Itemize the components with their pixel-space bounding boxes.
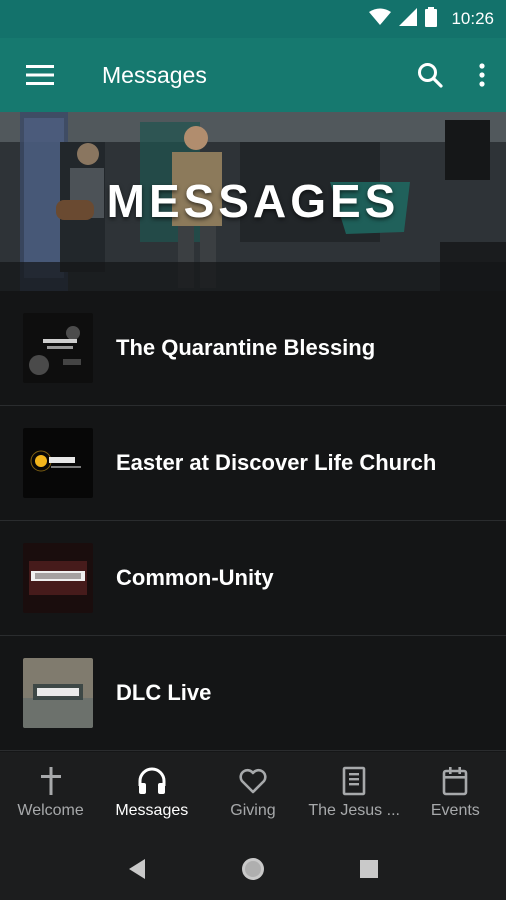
- heart-icon: [239, 768, 267, 794]
- search-button[interactable]: [402, 38, 458, 112]
- back-icon[interactable]: [127, 858, 147, 880]
- signal-icon: [399, 7, 418, 31]
- battery-icon: [425, 6, 438, 32]
- list-item[interactable]: The Quarantine Blessing: [0, 291, 506, 406]
- message-title: Common-Unity: [116, 565, 274, 590]
- home-icon[interactable]: [240, 856, 266, 882]
- message-thumbnail: [23, 543, 93, 613]
- nav-item-welcome[interactable]: Welcome: [0, 752, 101, 838]
- calendar-icon: [443, 767, 468, 796]
- messages-list: The Quarantine Blessing Easter at Discov…: [0, 291, 506, 751]
- nav-label: Events: [430, 802, 480, 819]
- nav-label: Messages: [115, 802, 189, 819]
- nav-item-messages[interactable]: Messages: [101, 752, 202, 838]
- more-vert-icon: [479, 63, 485, 87]
- list-item[interactable]: Common-Unity: [0, 521, 506, 636]
- page-title: Messages: [102, 61, 207, 88]
- headphones-icon: [138, 767, 166, 794]
- cross-icon: [40, 767, 61, 795]
- app-bar: Messages: [0, 38, 506, 112]
- message-title: Easter at Discover Life Church: [116, 450, 437, 475]
- list-item[interactable]: Easter at Discover Life Church: [0, 406, 506, 521]
- status-time: 10:26: [451, 9, 494, 28]
- search-icon: [418, 63, 443, 88]
- bible-icon: [342, 766, 366, 796]
- nav-label: The Jesus ...: [308, 802, 400, 819]
- message-thumbnail: [23, 428, 93, 498]
- message-title: The Quarantine Blessing: [116, 335, 376, 360]
- list-item[interactable]: DLC Live: [0, 636, 506, 751]
- message-title: DLC Live: [116, 680, 212, 705]
- menu-button[interactable]: [0, 38, 80, 112]
- nav-item-the-jesus[interactable]: The Jesus ...: [304, 752, 405, 838]
- nav-item-events[interactable]: Events: [405, 752, 506, 838]
- nav-item-giving[interactable]: Giving: [202, 752, 303, 838]
- recents-icon[interactable]: [359, 859, 379, 879]
- message-thumbnail: [23, 313, 93, 383]
- wifi-icon: [369, 8, 392, 31]
- status-bar: 10:26: [0, 0, 506, 38]
- nav-label: Welcome: [17, 802, 84, 819]
- system-nav-bar: [0, 838, 506, 900]
- more-options-button[interactable]: [458, 38, 506, 112]
- bottom-nav: Welcome Messages Giving The Jesus ... Ev…: [0, 752, 506, 838]
- message-thumbnail: [23, 658, 93, 728]
- nav-label: Giving: [230, 802, 276, 819]
- hamburger-icon: [26, 65, 54, 85]
- hero-title: MESSAGES: [106, 175, 400, 227]
- hero-banner: MESSAGES: [0, 112, 506, 291]
